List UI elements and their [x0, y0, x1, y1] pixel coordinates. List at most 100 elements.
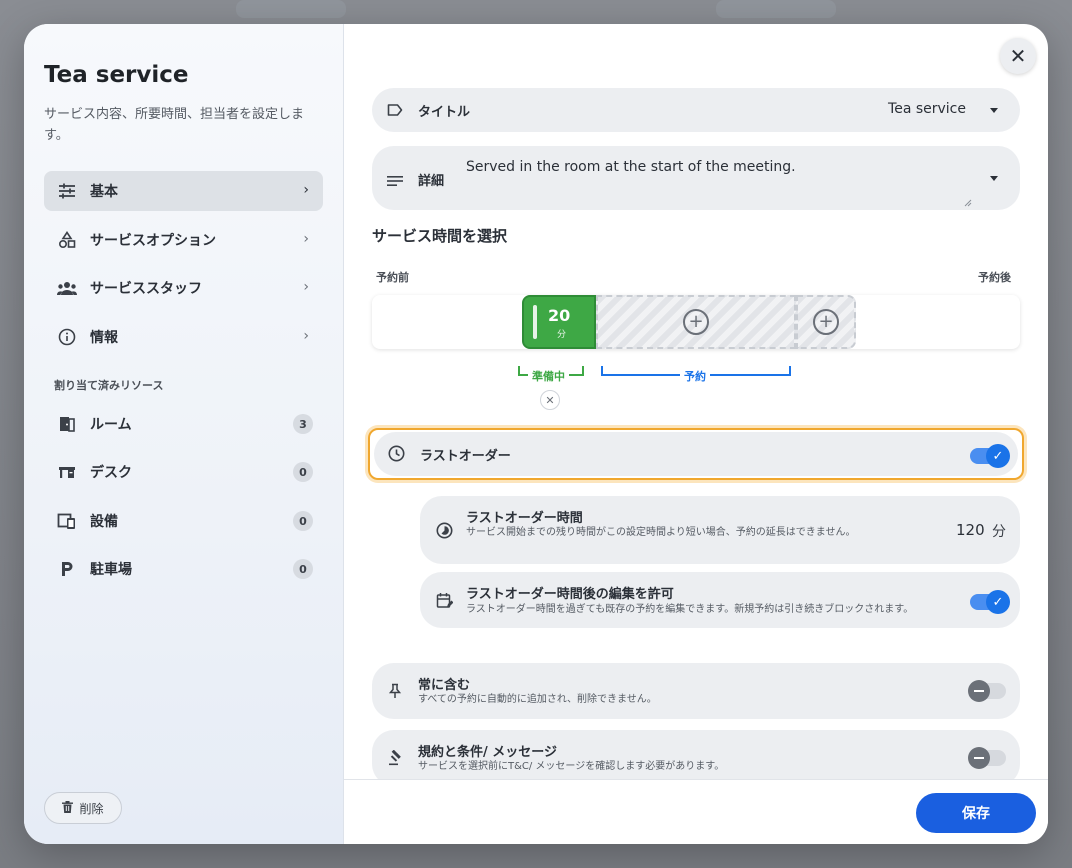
after-booking-label: 予約後 — [978, 271, 1011, 284]
resources-heading: 割り当て済みリソース — [54, 379, 164, 392]
last-order-label: ラストオーダー — [420, 449, 511, 464]
main-panel: ✕ タイトル Tea service 詳細 Served in the room… — [344, 24, 1048, 844]
detail-field[interactable]: 詳細 Served in the room at the start of th… — [372, 146, 1020, 210]
sidebar-item-service-staff[interactable]: サービススタッフ › — [44, 268, 323, 308]
clock-icon — [388, 445, 405, 466]
chevron-right-icon: › — [303, 328, 309, 344]
add-circle-icon[interactable]: + — [813, 309, 839, 335]
info-icon — [56, 326, 78, 348]
devices-icon — [56, 510, 78, 532]
timelapse-icon — [436, 522, 453, 543]
close-icon: ✕ — [1009, 44, 1027, 68]
detail-label: 詳細 — [418, 174, 445, 189]
prep-time-value: 20 — [548, 306, 571, 325]
resource-item-parking[interactable]: 駐車場 0 — [44, 549, 323, 589]
resource-item-desk[interactable]: デスク 0 — [44, 452, 323, 492]
sidebar-item-service-options[interactable]: サービスオプション › — [44, 220, 323, 260]
toggle-off-knob — [968, 747, 990, 769]
drag-handle[interactable] — [533, 305, 537, 339]
sidebar-item-label: サービススタッフ — [90, 281, 202, 297]
dialog-title: Tea service — [44, 62, 189, 88]
count-badge: 0 — [293, 462, 313, 482]
allow-edit-row[interactable]: ラストオーダー時間後の編集を許可 ラストオーダー時間を過ぎても既存の予約を編集で… — [420, 572, 1020, 628]
sidebar: Tea service サービス内容、所要時間、担当者を設定します。 基本 › … — [24, 24, 344, 844]
resource-label: ルーム — [90, 417, 132, 433]
resource-item-equipment[interactable]: 設備 0 — [44, 501, 323, 541]
chevron-down-icon — [990, 108, 998, 113]
chevron-right-icon: › — [303, 231, 309, 247]
last-order-time-row: ラストオーダー時間 サービス開始までの残り時間がこの設定時間より短い場合、予約の… — [420, 496, 1020, 564]
add-circle-icon[interactable]: + — [683, 309, 709, 335]
chevron-down-icon — [990, 176, 998, 181]
delete-button[interactable]: 削除 — [44, 792, 122, 824]
count-badge: 0 — [293, 559, 313, 579]
last-order-row[interactable]: ラストオーダー ✓ — [374, 432, 1018, 476]
resource-label: デスク — [90, 465, 132, 481]
remove-prep-button[interactable]: ✕ — [540, 390, 560, 410]
chevron-right-icon: › — [303, 279, 309, 295]
resource-item-room[interactable]: ルーム 3 — [44, 404, 323, 444]
terms-title: 規約と条件/ メッセージ — [418, 745, 558, 760]
count-badge: 3 — [293, 414, 313, 434]
last-order-time-desc: サービス開始までの残り時間がこの設定時間より短い場合、予約の延長はできません。 — [466, 527, 856, 538]
footer: 保存 — [344, 779, 1048, 844]
booking-block: + — [596, 295, 796, 349]
terms-row[interactable]: 規約と条件/ メッセージ サービスを選択前にT&C/ メッセージを確認します必要… — [372, 730, 1020, 786]
close-button[interactable]: ✕ — [1000, 38, 1036, 74]
desk-icon — [56, 461, 78, 483]
service-time-heading: サービス時間を選択 — [372, 227, 508, 245]
sidebar-item-info[interactable]: 情報 › — [44, 317, 323, 357]
chevron-right-icon: › — [303, 182, 309, 198]
sidebar-item-label: サービスオプション — [90, 233, 216, 249]
allow-edit-desc: ラストオーダー時間を過ぎても既存の予約を編集できます。新規予約は引き続きブロック… — [466, 604, 914, 615]
prep-time-block[interactable]: 20 分 — [522, 295, 596, 349]
count-badge: 0 — [293, 511, 313, 531]
calendar-edit-icon — [436, 592, 454, 613]
allow-edit-title: ラストオーダー時間後の編集を許可 — [466, 587, 674, 602]
dialog-subtitle: サービス内容、所要時間、担当者を設定します。 — [44, 107, 305, 143]
allow-edit-toggle[interactable]: ✓ — [970, 590, 1010, 614]
trash-icon — [62, 800, 74, 816]
after-block: + — [796, 295, 856, 349]
resource-label: 設備 — [90, 514, 118, 530]
booking-bracket-label: 予約 — [680, 368, 710, 384]
before-booking-label: 予約前 — [376, 271, 409, 284]
detail-value: Served in the room at the start of the m… — [466, 159, 796, 175]
sidebar-item-label: 情報 — [90, 330, 118, 346]
last-order-toggle[interactable]: ✓ — [970, 444, 1010, 468]
always-include-desc: すべての予約に自動的に追加され、削除できません。 — [418, 694, 657, 705]
resize-handle-icon[interactable] — [964, 192, 972, 211]
add-glyph: + — [688, 311, 704, 332]
title-field[interactable]: タイトル Tea service — [372, 88, 1020, 132]
service-dialog: Tea service サービス内容、所要時間、担当者を設定します。 基本 › … — [24, 24, 1048, 844]
always-include-title: 常に含む — [418, 678, 471, 693]
remove-glyph: ✕ — [545, 393, 555, 407]
parking-icon — [56, 558, 78, 580]
label-icon — [387, 102, 403, 121]
terms-toggle[interactable] — [968, 747, 1006, 769]
door-icon — [56, 413, 78, 435]
always-include-row[interactable]: 常に含む すべての予約に自動的に追加され、削除できません。 — [372, 663, 1020, 719]
delete-label: 削除 — [79, 801, 104, 816]
terms-desc: サービスを選択前にT&C/ メッセージを確認します必要があります。 — [418, 761, 725, 772]
prep-time-unit: 分 — [557, 330, 567, 340]
last-order-time-unit: 分 — [992, 524, 1006, 540]
check-icon: ✓ — [986, 590, 1010, 614]
save-button[interactable]: 保存 — [916, 793, 1036, 833]
sliders-icon — [56, 180, 78, 202]
backdrop-element — [236, 0, 346, 18]
last-order-time-value[interactable]: 120 — [956, 521, 985, 539]
title-value: Tea service — [888, 101, 966, 117]
shapes-icon — [56, 229, 78, 251]
add-glyph: + — [818, 311, 834, 332]
check-icon: ✓ — [986, 444, 1010, 468]
service-timeline: 20 分 + + — [372, 295, 1020, 349]
always-include-toggle[interactable] — [968, 680, 1006, 702]
gavel-icon — [388, 749, 404, 770]
sidebar-item-label: 基本 — [90, 184, 118, 200]
title-label: タイトル — [418, 105, 471, 120]
group-icon — [56, 277, 78, 299]
pin-icon — [388, 683, 402, 703]
sidebar-item-basic[interactable]: 基本 › — [44, 171, 323, 211]
notes-icon — [387, 172, 403, 191]
